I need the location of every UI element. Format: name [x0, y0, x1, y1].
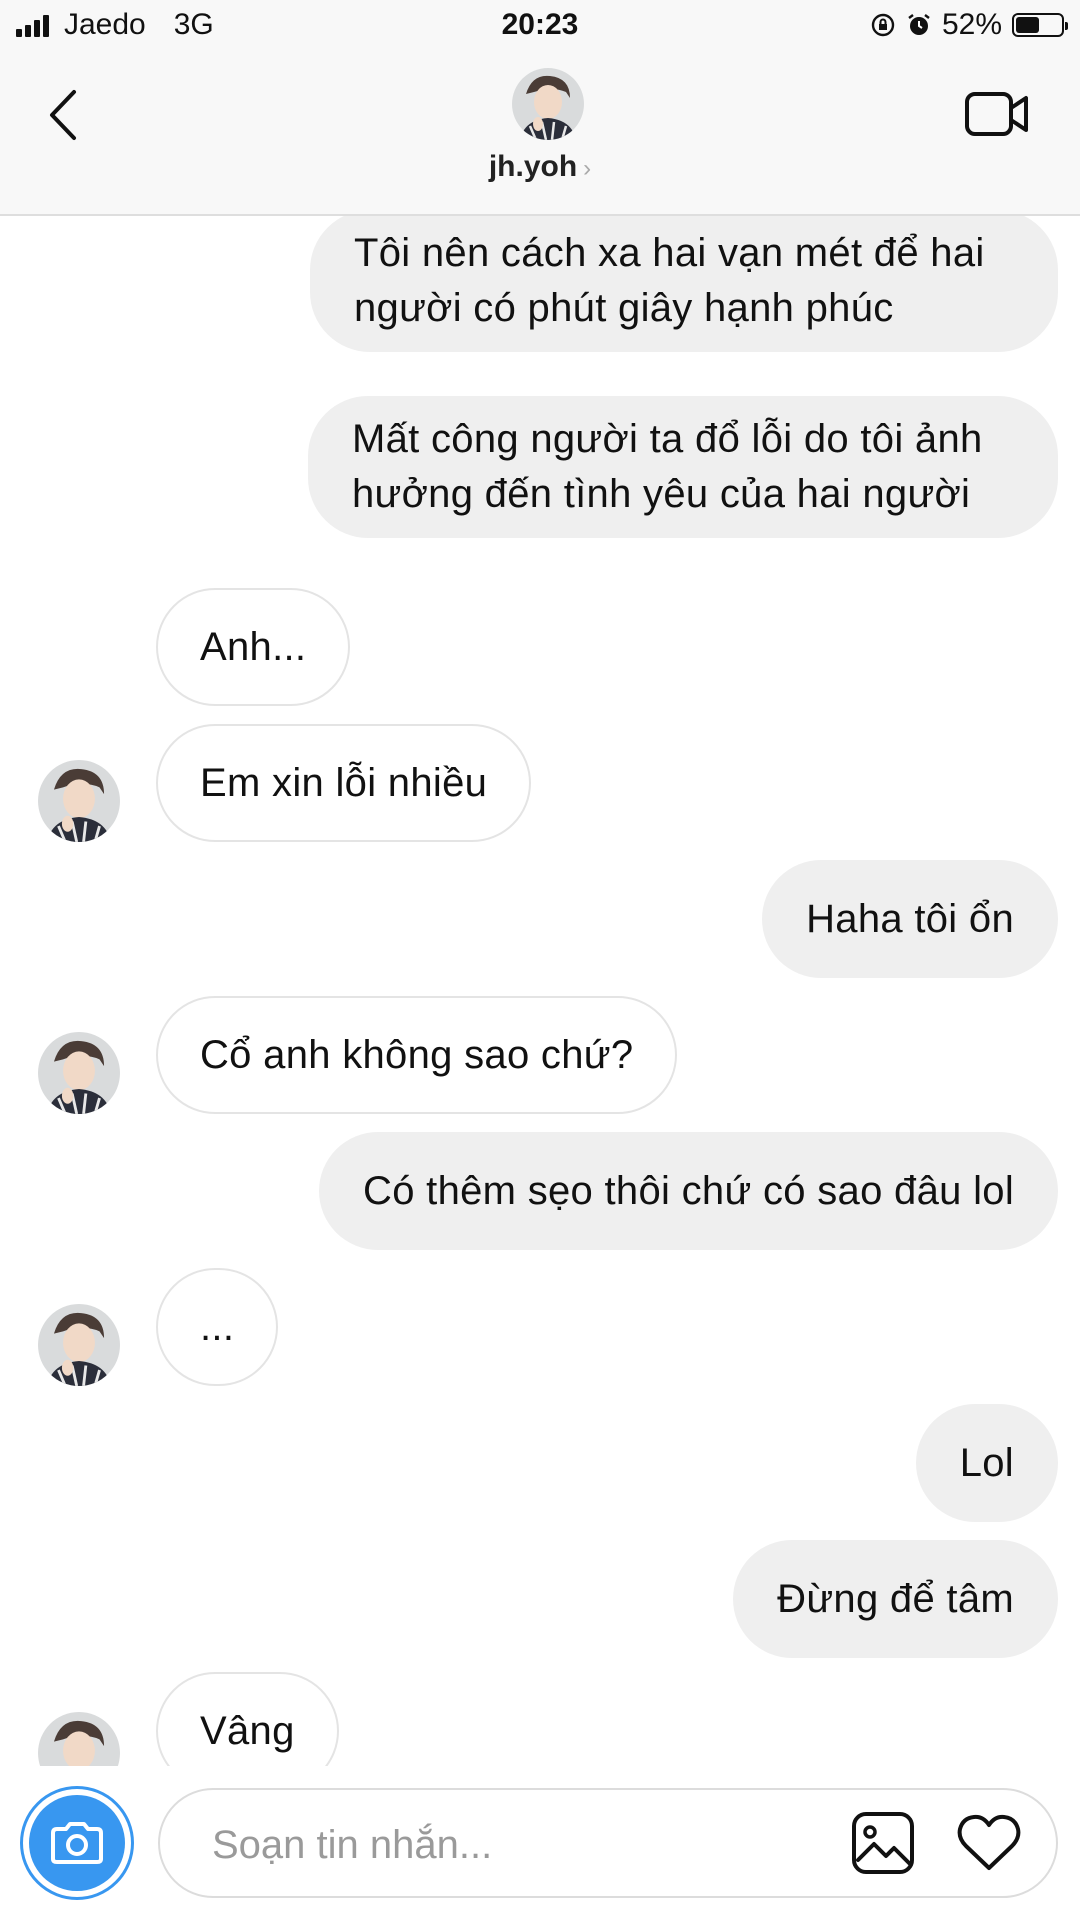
message-bubble-sent[interactable]: Đừng để tâm	[733, 1540, 1058, 1658]
battery-level-fill	[1016, 17, 1039, 33]
message-composer	[0, 1766, 1080, 1920]
message-bubble-received[interactable]: Cổ anh không sao chứ?	[156, 996, 678, 1114]
message-input[interactable]	[210, 1816, 774, 1874]
image-gallery-icon[interactable]	[850, 1810, 916, 1876]
sender-avatar[interactable]	[38, 760, 120, 842]
chat-header: jh.yoh ›	[0, 54, 1080, 216]
heart-icon[interactable]	[956, 1812, 1022, 1874]
message-text: ...	[200, 1304, 235, 1349]
message-text: Có thêm sẹo thôi chứ có sao đâu lol	[363, 1168, 1014, 1213]
message-list[interactable]: Tôi nên cách xa hai vạn mét để hai người…	[0, 216, 1080, 1766]
username-text: jh.yoh	[488, 150, 578, 183]
message-text: Em xin lỗi nhiều	[200, 760, 488, 805]
message-bubble-sent[interactable]: Haha tôi ổn	[762, 860, 1058, 978]
message-bubble-received[interactable]: Anh...	[156, 588, 351, 706]
battery-icon	[1012, 13, 1068, 37]
message-bubble-sent[interactable]: Tôi nên cách xa hai vạn mét để hai người…	[310, 216, 1058, 352]
sender-avatar[interactable]	[38, 1304, 120, 1386]
avatar-image	[38, 1304, 120, 1386]
header-username[interactable]: jh.yoh ›	[0, 150, 1080, 184]
alarm-icon	[908, 14, 930, 35]
orientation-lock-icon	[871, 13, 895, 37]
message-text: Anh...	[200, 624, 307, 669]
sender-avatar[interactable]	[38, 1712, 120, 1766]
message-text: Tôi nên cách xa hai vạn mét để hai người…	[354, 231, 985, 330]
avatar-image	[512, 68, 584, 140]
instagram-direct-chat: Jaedo 3G 20:23 52% jh.yoh › Tôi nên cách…	[0, 0, 1080, 1920]
message-text: Haha tôi ổn	[806, 896, 1014, 941]
camera-icon	[29, 1795, 125, 1891]
message-text: Đừng để tâm	[777, 1576, 1014, 1621]
status-bar: Jaedo 3G 20:23 52%	[0, 0, 1080, 54]
message-text: Mất công người ta đổ lỗi do tôi ảnh hưởn…	[352, 417, 983, 516]
message-text: Vâng	[200, 1708, 295, 1753]
message-bubble-sent[interactable]: Có thêm sẹo thôi chứ có sao đâu lol	[319, 1132, 1058, 1250]
chevron-right-icon: ›	[583, 155, 592, 182]
message-bubble-received[interactable]: Em xin lỗi nhiều	[156, 724, 532, 842]
battery-percent: 52%	[941, 8, 1002, 41]
message-text: Cổ anh không sao chứ?	[200, 1032, 634, 1077]
sender-avatar[interactable]	[38, 1032, 120, 1114]
avatar-image	[38, 1032, 120, 1114]
message-bubble-received[interactable]: Vâng	[156, 1672, 339, 1766]
message-bubble-sent[interactable]: Mất công người ta đổ lỗi do tôi ảnh hưởn…	[308, 396, 1058, 538]
compose-field[interactable]	[158, 1788, 1058, 1898]
camera-button[interactable]	[20, 1786, 134, 1900]
message-bubble-received[interactable]: ...	[156, 1268, 279, 1386]
status-right: 52%	[870, 8, 1068, 42]
header-avatar[interactable]	[512, 68, 584, 140]
chevron-left-icon[interactable]	[40, 80, 90, 150]
avatar-image	[38, 1712, 120, 1766]
video-camera-icon[interactable]	[964, 88, 1030, 140]
avatar-image	[38, 760, 120, 842]
message-bubble-sent[interactable]: Lol	[915, 1404, 1058, 1522]
message-text: Lol	[959, 1440, 1014, 1485]
